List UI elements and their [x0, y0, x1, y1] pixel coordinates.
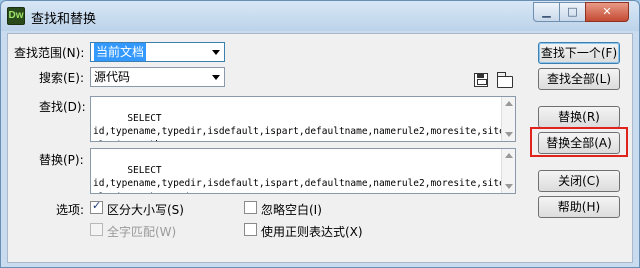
find-scope-select[interactable]: 当前文档 [90, 42, 225, 62]
dreamweaver-app-icon: Dw [7, 7, 25, 25]
title-bar[interactable]: Dw 查找和替换 ▁ □ ✕ [1, 1, 639, 31]
replace-label: 替换(P): [39, 153, 84, 167]
ignore-whitespace-checkbox[interactable] [244, 201, 257, 214]
window-title: 查找和替换 [31, 12, 97, 27]
ignore-whitespace-label[interactable]: 忽略空白(I) [261, 201, 322, 218]
find-next-button[interactable]: 查找下一个(F) [538, 42, 620, 64]
search-type-select[interactable]: 源代码 [90, 67, 225, 87]
maximize-button[interactable]: □ [559, 2, 586, 22]
save-icon[interactable] [474, 73, 488, 87]
replace-button[interactable]: 替换(R) [538, 106, 620, 128]
find-scope-label: 查找范围(N): [14, 46, 85, 60]
dialog-body: 查找范围(N): 当前文档 搜索(E): 源代码 查找(D): SELECT i… [7, 33, 633, 263]
scroll-down-icon[interactable] [505, 132, 513, 137]
find-text: SELECT id,typename,typedir,isdefault,isp… [93, 112, 511, 142]
text-caret [155, 139, 157, 141]
regex-label[interactable]: 使用正则表达式(X) [261, 223, 363, 240]
close-button[interactable]: 关闭(C) [538, 170, 620, 192]
scroll-up-icon[interactable] [505, 101, 513, 106]
chevron-down-icon [212, 75, 220, 80]
help-button[interactable]: 帮助(H) [538, 196, 620, 218]
replace-textarea[interactable]: SELECT id,typename,typedir,isdefault,isp… [90, 148, 516, 194]
chevron-down-icon [212, 50, 220, 55]
replace-scrollbar[interactable] [501, 149, 515, 193]
whole-word-checkbox[interactable] [90, 223, 103, 236]
find-scope-value: 当前文档 [94, 43, 147, 61]
match-case-label[interactable]: 区分大小写(S) [107, 201, 184, 218]
minimize-button[interactable]: ▁ [533, 2, 560, 22]
scroll-down-icon[interactable] [505, 184, 513, 189]
close-window-button[interactable]: ✕ [585, 2, 629, 22]
find-label: 查找(D): [39, 100, 86, 114]
open-folder-icon[interactable] [497, 72, 513, 88]
find-all-button[interactable]: 查找全部(L) [538, 68, 620, 90]
options-label: 选项: [56, 203, 85, 217]
search-type-value: 源代码 [94, 70, 131, 84]
regex-checkbox[interactable] [244, 223, 257, 236]
find-scrollbar[interactable] [501, 97, 515, 141]
whole-word-label[interactable]: 全字匹配(W) [107, 223, 176, 240]
find-replace-dialog: Dw 查找和替换 ▁ □ ✕ 查找范围(N): 当前文档 搜索(E): 源代码 … [0, 0, 640, 268]
replace-text: SELECT id,typename,typedir,isdefault,isp… [93, 164, 511, 194]
scroll-up-icon[interactable] [505, 153, 513, 158]
replace-all-button[interactable]: 替换全部(A) [538, 132, 620, 154]
find-textarea[interactable]: SELECT id,typename,typedir,isdefault,isp… [90, 96, 516, 142]
match-case-checkbox[interactable] [90, 199, 103, 214]
search-type-label: 搜索(E): [39, 71, 84, 85]
